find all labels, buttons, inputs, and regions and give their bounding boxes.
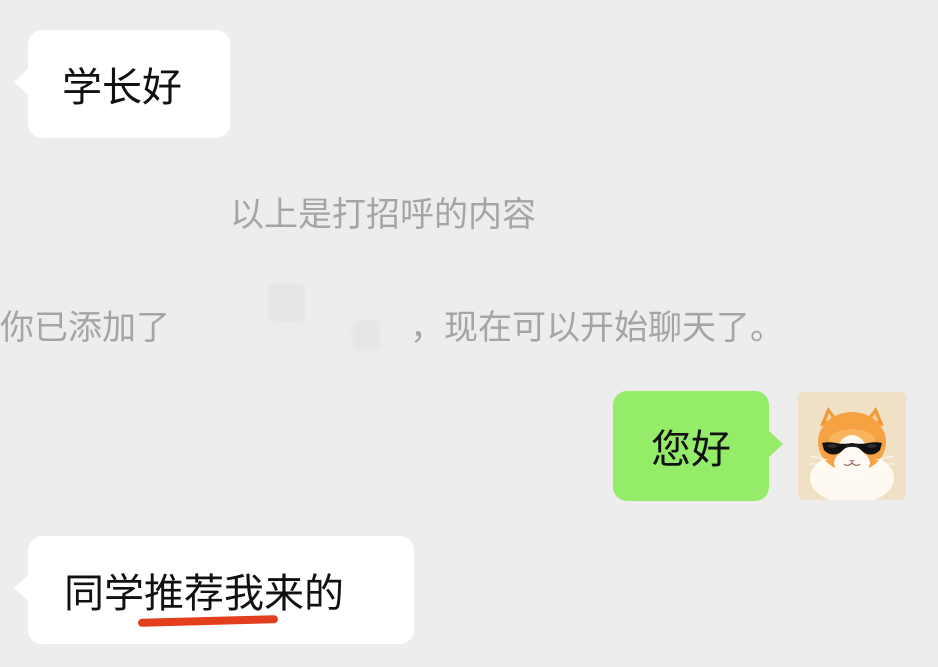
- cat-with-sunglasses-avatar-icon[interactable]: [798, 392, 906, 500]
- redacted-name-mark: [269, 284, 305, 322]
- system-notice-added-prefix: 你已添加了: [0, 308, 170, 348]
- incoming-message-text: 学长好: [62, 65, 182, 111]
- outgoing-message-text: 您好: [651, 427, 731, 473]
- system-notice-greeting: 以上是打招呼的内容: [230, 195, 536, 235]
- incoming-message-text: 同学推荐我来的: [64, 571, 344, 617]
- incoming-message-bubble[interactable]: 学长好: [14, 30, 230, 138]
- outgoing-message-bubble[interactable]: 您好: [613, 391, 783, 501]
- chat-conversation: 学长好 以上是打招呼的内容 你已添加了 ，现在可以开始聊天了。 您好 同学推荐我…: [0, 0, 938, 667]
- system-notice-added-suffix: ，现在可以开始聊天了。: [410, 308, 784, 348]
- redacted-name-mark: [352, 320, 380, 350]
- incoming-message-bubble[interactable]: 同学推荐我来的: [14, 536, 414, 644]
